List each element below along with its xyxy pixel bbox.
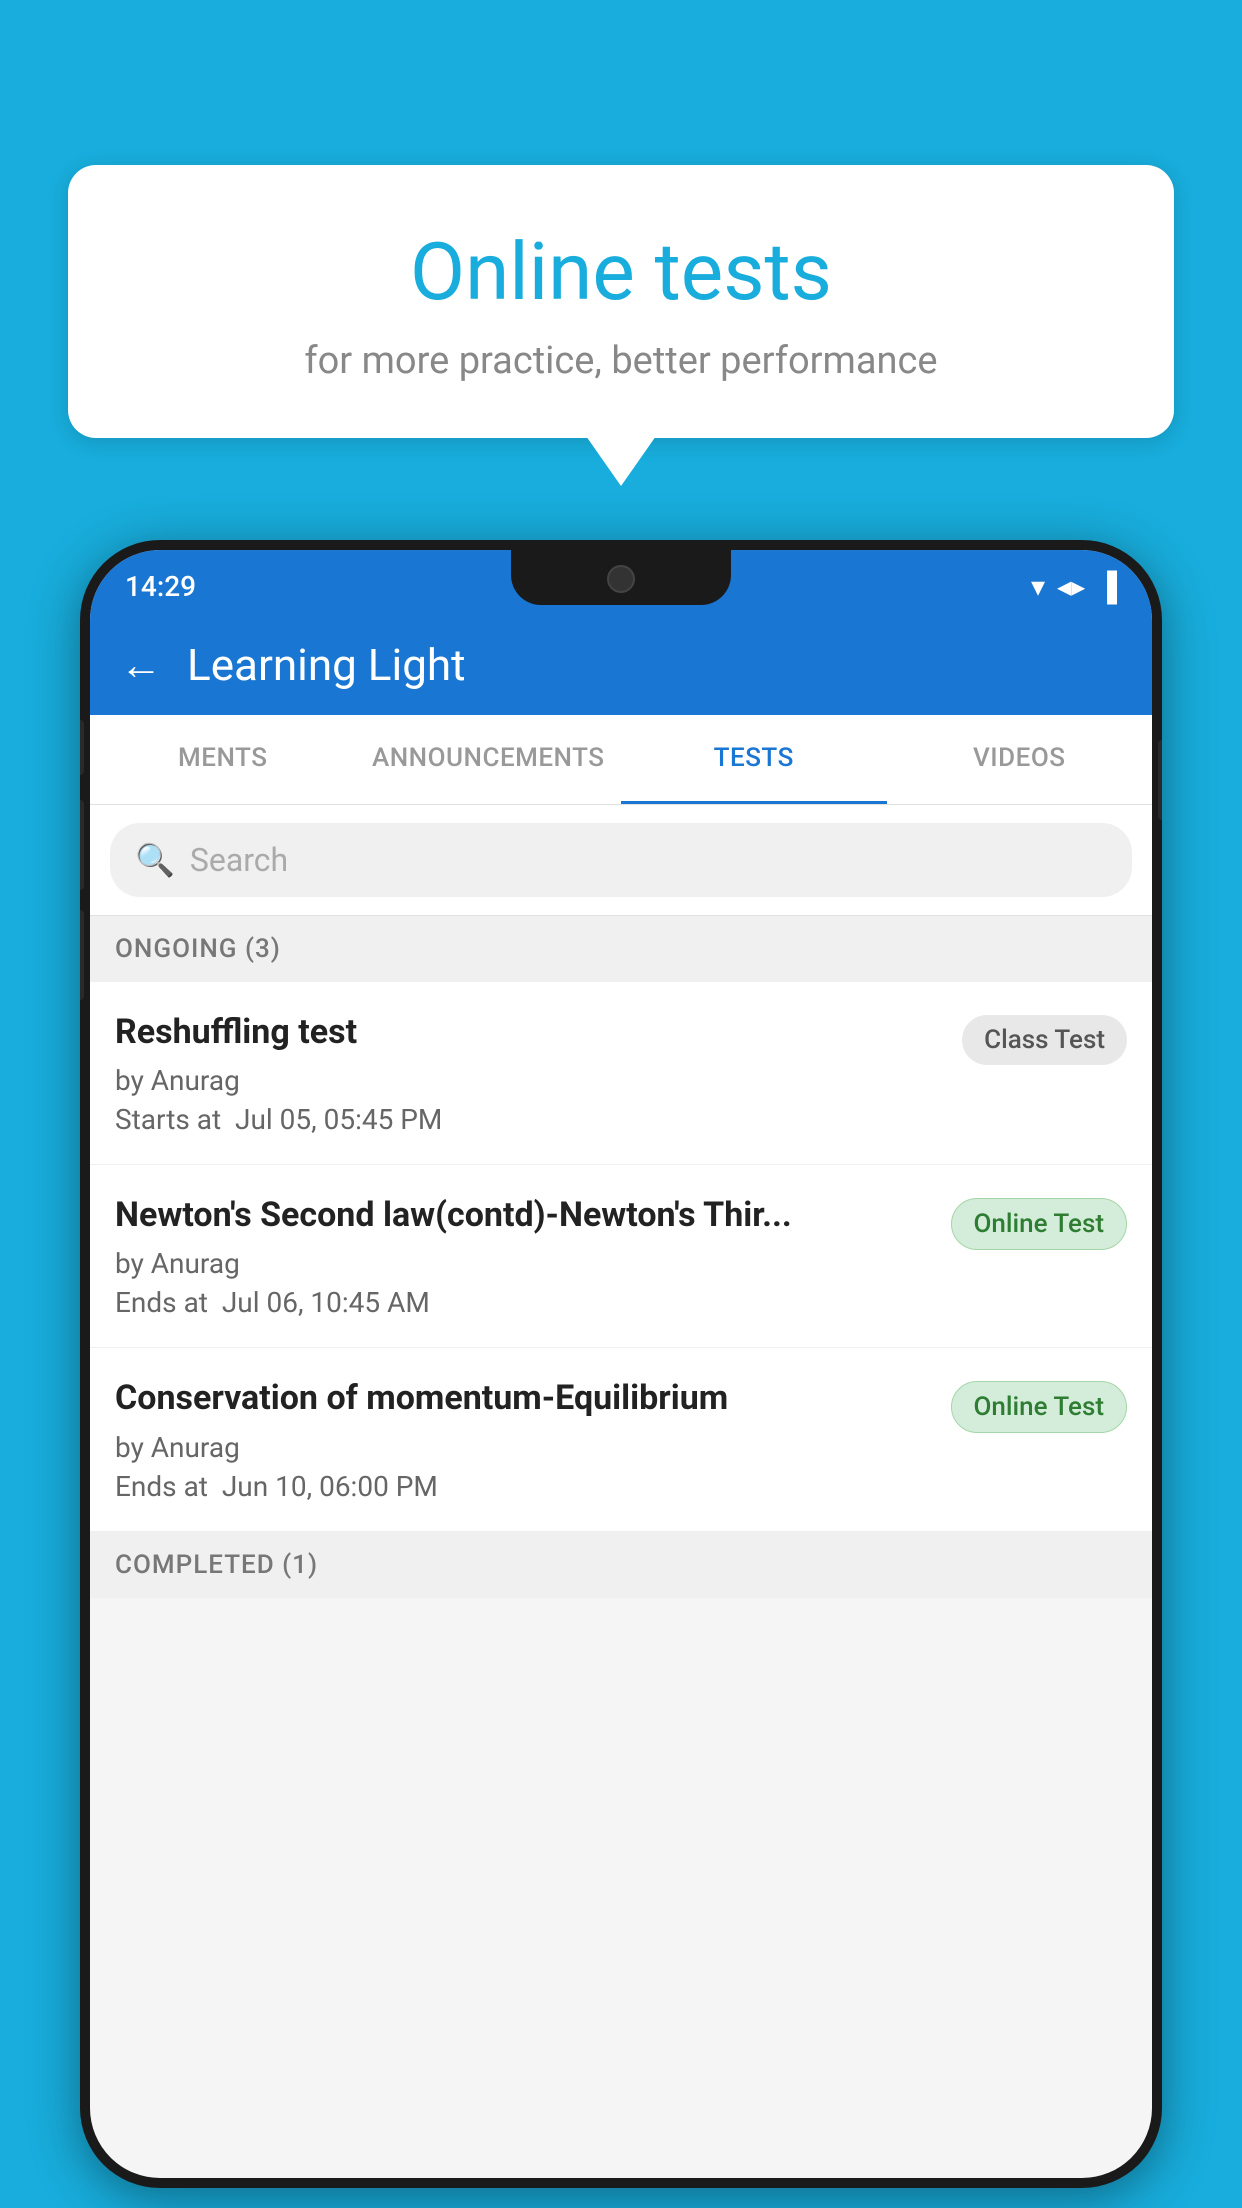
bubble-title: Online tests — [118, 225, 1124, 319]
test-author: by Anurag — [115, 1064, 942, 1097]
phone-notch — [511, 550, 731, 605]
tabs-bar: MENTS ANNOUNCEMENTS TESTS VIDEOS — [90, 715, 1152, 805]
test-author: by Anurag — [115, 1247, 931, 1280]
status-time: 14:29 — [125, 570, 196, 603]
phone-screen: 14:29 ▾ ◂▸ ▐ ← Learning Light MENTS ANNO… — [90, 550, 1152, 2178]
test-info: Newton's Second law(contd)-Newton's Thir… — [115, 1193, 951, 1319]
test-date: Ends at Jun 10, 06:00 PM — [115, 1470, 931, 1503]
back-button[interactable]: ← — [120, 641, 162, 690]
ongoing-section-label: ONGOING (3) — [90, 916, 1152, 982]
test-info: Conservation of momentum-Equilibrium by … — [115, 1376, 951, 1502]
app-title: Learning Light — [187, 639, 466, 691]
tab-tests[interactable]: TESTS — [621, 715, 887, 804]
search-icon: 🔍 — [135, 841, 175, 879]
app-header: ← Learning Light — [90, 615, 1152, 715]
test-badge-online: Online Test — [951, 1198, 1128, 1250]
search-container: 🔍 Search — [90, 805, 1152, 916]
tab-announcements[interactable]: ANNOUNCEMENTS — [356, 715, 622, 804]
silent-button — [80, 910, 84, 1000]
phone-frame: 14:29 ▾ ◂▸ ▐ ← Learning Light MENTS ANNO… — [80, 540, 1162, 2188]
test-info: Reshuffling test by Anurag Starts at Jul… — [115, 1010, 962, 1136]
test-item[interactable]: Conservation of momentum-Equilibrium by … — [90, 1348, 1152, 1531]
completed-section-label: COMPLETED (1) — [90, 1532, 1152, 1598]
test-name: Reshuffling test — [115, 1010, 942, 1054]
tab-videos[interactable]: VIDEOS — [887, 715, 1153, 804]
test-date: Starts at Jul 05, 05:45 PM — [115, 1103, 942, 1136]
promo-bubble: Online tests for more practice, better p… — [68, 165, 1174, 438]
bubble-subtitle: for more practice, better performance — [118, 339, 1124, 383]
volume-down-button — [80, 800, 84, 890]
search-input[interactable]: Search — [190, 841, 288, 879]
test-date: Ends at Jul 06, 10:45 AM — [115, 1286, 931, 1319]
battery-icon: ▐ — [1097, 570, 1117, 603]
search-box[interactable]: 🔍 Search — [110, 823, 1132, 897]
test-name: Newton's Second law(contd)-Newton's Thir… — [115, 1193, 931, 1237]
test-author: by Anurag — [115, 1431, 931, 1464]
test-badge-class: Class Test — [962, 1015, 1127, 1065]
test-badge-online: Online Test — [951, 1381, 1128, 1433]
power-button — [1158, 740, 1162, 820]
test-item[interactable]: Newton's Second law(contd)-Newton's Thir… — [90, 1165, 1152, 1348]
tab-ments[interactable]: MENTS — [90, 715, 356, 804]
test-item[interactable]: Reshuffling test by Anurag Starts at Jul… — [90, 982, 1152, 1165]
signal-icon: ◂▸ — [1057, 570, 1085, 603]
status-icons: ▾ ◂▸ ▐ — [1031, 570, 1117, 603]
test-list: Reshuffling test by Anurag Starts at Jul… — [90, 982, 1152, 1532]
volume-up-button — [80, 720, 84, 775]
front-camera — [607, 565, 635, 593]
test-name: Conservation of momentum-Equilibrium — [115, 1376, 931, 1420]
wifi-icon: ▾ — [1031, 570, 1045, 603]
